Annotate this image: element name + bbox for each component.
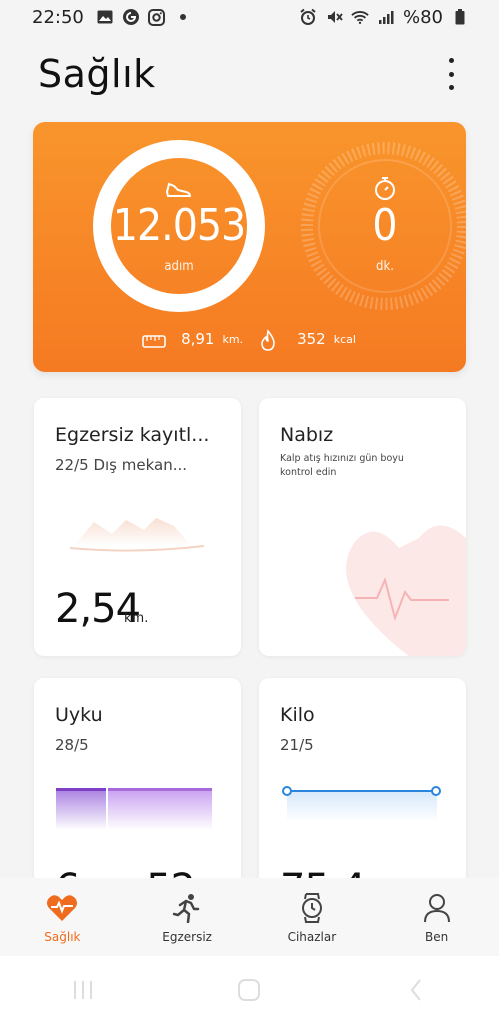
- dot-icon: [174, 8, 192, 26]
- nav-item-me[interactable]: Ben: [382, 892, 492, 944]
- alarm-icon: [299, 8, 317, 26]
- heart-description: Kalp atış hızınızı gün boyu kontrol edin: [280, 453, 404, 478]
- nav-label: Cihazlar: [287, 930, 337, 944]
- gallery-icon: [96, 8, 114, 26]
- calories-value: 352: [297, 330, 326, 348]
- exercise-title: Egzersiz kayıtl...: [55, 424, 210, 446]
- steps-value: 12.053: [112, 200, 246, 251]
- shoe-icon: [165, 182, 192, 197]
- distance-value: 8,91: [181, 330, 215, 348]
- person-icon: [421, 892, 453, 924]
- weight-title: Kilo: [280, 704, 315, 726]
- minutes-unit: dk.: [376, 259, 394, 274]
- more-dot-icon: [448, 85, 454, 90]
- watch-icon: [296, 892, 328, 924]
- heart-pulse-icon: [46, 892, 78, 924]
- exercise-distance-unit: km.: [124, 611, 149, 626]
- battery-percent: %80: [402, 6, 443, 28]
- sleep-tile[interactable]: Uyku 28/5 6 sa 52: [34, 678, 241, 888]
- nav-label: Ben: [425, 930, 449, 944]
- home-button[interactable]: [229, 970, 269, 1010]
- weight-date: 21/5: [280, 736, 314, 754]
- distance-stat: 8,91 km.: [143, 330, 243, 348]
- status-bar-left: 22:50: [32, 7, 192, 28]
- nav-label: Egzersiz: [162, 930, 212, 944]
- calories-stat: 352 kcal: [269, 330, 356, 348]
- heart-title: Nabız: [280, 424, 334, 446]
- sleep-title: Uyku: [55, 704, 103, 726]
- calories-unit: kcal: [333, 332, 356, 346]
- recents-icon: [74, 981, 93, 999]
- more-dot-icon: [448, 58, 454, 63]
- heart-rate-tile[interactable]: Nabız Kalp atış hızınızı gün boyu kontro…: [259, 398, 466, 656]
- signal-icon: [377, 8, 395, 26]
- nav-item-exercise[interactable]: Egzersiz: [132, 892, 242, 944]
- home-icon: [238, 979, 261, 1001]
- nav-item-devices[interactable]: Cihazlar: [257, 892, 367, 944]
- recents-button[interactable]: [63, 970, 103, 1010]
- back-icon: [410, 979, 421, 1001]
- battery-icon: [451, 8, 469, 26]
- minutes-value: 0: [372, 200, 398, 251]
- nav-label: Sağlık: [44, 930, 81, 944]
- nav-item-health[interactable]: Sağlık: [7, 892, 117, 944]
- status-bar: 22:50 %80: [0, 0, 499, 34]
- activity-card[interactable]: 12.053 adım 0 dk. 8,91 km. 352 kcal: [33, 122, 466, 372]
- status-bar-right: %80: [299, 7, 469, 28]
- sleep-date: 28/5: [55, 736, 89, 754]
- back-button[interactable]: [396, 970, 436, 1010]
- wifi-icon: [351, 8, 369, 26]
- mute-icon: [325, 8, 343, 26]
- running-icon: [171, 892, 203, 924]
- exercise-records-tile[interactable]: Egzersiz kayıtl... 22/5 Dış mekan... 2,5…: [34, 398, 241, 656]
- stopwatch-icon: [375, 177, 395, 200]
- steps-unit: adım: [164, 259, 194, 274]
- more-options-button[interactable]: [439, 58, 463, 90]
- weight-tile[interactable]: Kilo 21/5 75,4: [259, 678, 466, 888]
- distance-unit: km.: [222, 332, 244, 346]
- exercise-subtitle: 22/5 Dış mekan...: [55, 456, 188, 474]
- instagram-icon: [148, 8, 166, 26]
- system-navigation-bar: [0, 956, 499, 1024]
- google-icon: [122, 8, 140, 26]
- more-dot-icon: [448, 71, 454, 77]
- bottom-nav: Sağlık Egzersiz Cihazlar Ben: [0, 878, 499, 956]
- status-time: 22:50: [32, 6, 84, 28]
- page-title: Sağlık: [38, 52, 156, 96]
- activity-stats: 8,91 km. 352 kcal: [33, 330, 466, 348]
